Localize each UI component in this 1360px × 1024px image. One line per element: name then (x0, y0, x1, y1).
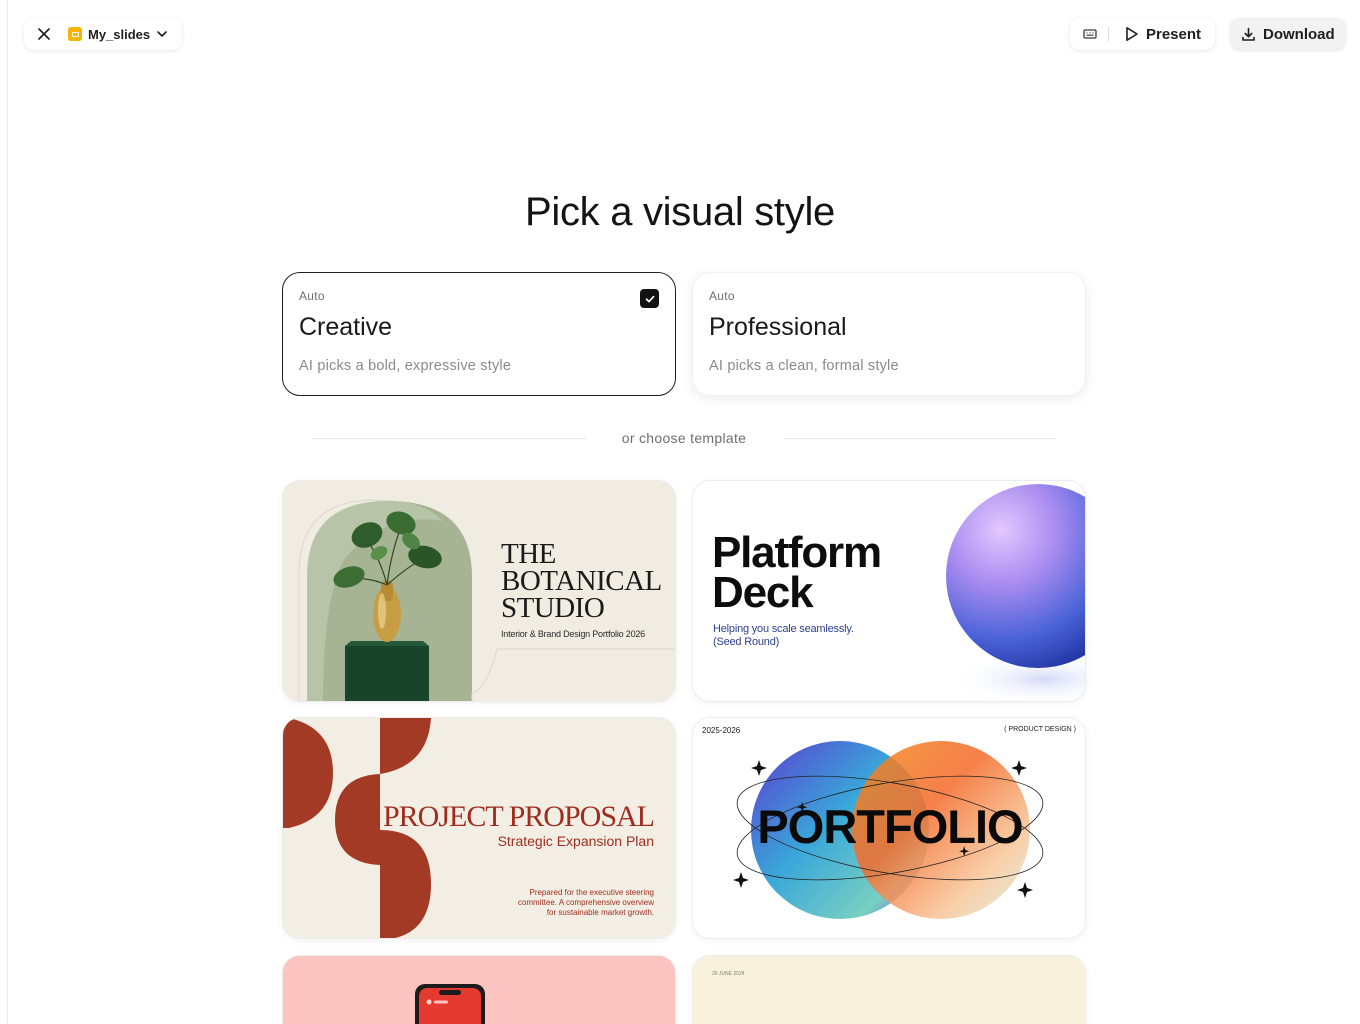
play-icon (1126, 27, 1138, 41)
left-panel-edge (7, 0, 8, 1024)
template-note: Prepared for the executive steering comm… (504, 888, 654, 918)
note-line: Prepared for the executive steering (529, 888, 654, 897)
style-option-tag: Auto (299, 289, 325, 303)
template-subtitle: Helping you scale seamlessly. (Seed Roun… (713, 623, 854, 649)
toolbar-divider (1108, 27, 1109, 41)
title-line: BOTANICAL (501, 565, 662, 597)
template-title: PORTFOLIO (757, 800, 1023, 853)
present-label: Present (1146, 25, 1202, 43)
chevron-down-icon (157, 31, 167, 37)
template-date: 26 JUNE 2024 (712, 971, 745, 977)
close-icon[interactable] (34, 24, 54, 44)
template-card-portfolio[interactable]: 2025-2026 ( PRODUCT DESIGN ) PORTFOLIO (692, 717, 1086, 939)
visual-style-picker-page: My_slides Present Download Pick a visual… (0, 0, 1360, 1024)
document-toolbar: My_slides (24, 18, 183, 50)
note-line: committee. A comprehensive overview (517, 898, 654, 907)
template-title: PROJECT PROPOSAL (382, 800, 655, 833)
title-line: Platform (712, 528, 882, 577)
present-button[interactable]: Present (1117, 26, 1209, 43)
template-divider: or choose template (312, 430, 1056, 446)
title-line: THE (501, 538, 556, 570)
download-label: Download (1263, 25, 1335, 43)
checkbox-checked-icon[interactable] (640, 289, 659, 308)
style-option-description: AI picks a bold, expressive style (299, 358, 512, 374)
document-title: My_slides (88, 26, 151, 42)
download-icon (1242, 27, 1255, 41)
template-year: 2025-2026 (702, 726, 741, 735)
style-option-tag: Auto (709, 289, 735, 303)
note-line: for sustainable market growth. (546, 908, 654, 917)
template-subtitle: Strategic Expansion Plan (497, 833, 654, 849)
page-title: Pick a visual style (525, 190, 835, 234)
download-button[interactable]: Download (1230, 18, 1346, 50)
divider-label: or choose template (621, 430, 747, 446)
template-subtitle: Interior & Brand Design Portfolio 2026 (501, 629, 645, 639)
presentation-toolbar: Present (1070, 18, 1216, 50)
template-card-dated[interactable]: 26 JUNE 2024 (692, 955, 1086, 1024)
style-option-title: Creative (299, 313, 393, 341)
keyboard-icon[interactable] (1080, 24, 1100, 44)
template-card-coral-phone[interactable] (282, 955, 676, 1024)
style-option-description: AI picks a clean, formal style (709, 358, 899, 374)
template-title: THE BOTANICAL STUDIO (501, 538, 662, 624)
subtitle-line: (Seed Round) (713, 636, 780, 648)
slides-icon (68, 27, 82, 41)
template-tag: ( PRODUCT DESIGN ) (1004, 726, 1076, 733)
template-card-botanical-studio[interactable]: THE BOTANICAL STUDIO Interior & Brand De… (282, 480, 676, 702)
phone-artwork (283, 956, 675, 1024)
style-option-professional[interactable]: Auto Professional AI picks a clean, form… (692, 272, 1086, 396)
subtitle-line: Helping you scale seamlessly. (713, 623, 854, 635)
style-option-creative[interactable]: Auto Creative AI picks a bold, expressiv… (282, 272, 676, 396)
title-line: STUDIO (501, 592, 605, 624)
document-title-dropdown[interactable]: My_slides (64, 27, 172, 42)
template-card-platform-deck[interactable]: Platform Deck Helping you scale seamless… (692, 480, 1086, 702)
template-card-project-proposal[interactable]: PROJECT PROPOSAL Strategic Expansion Pla… (282, 717, 676, 939)
title-line: Deck (712, 568, 814, 617)
style-option-title: Professional (709, 313, 847, 341)
template-title: Platform Deck (712, 528, 882, 617)
